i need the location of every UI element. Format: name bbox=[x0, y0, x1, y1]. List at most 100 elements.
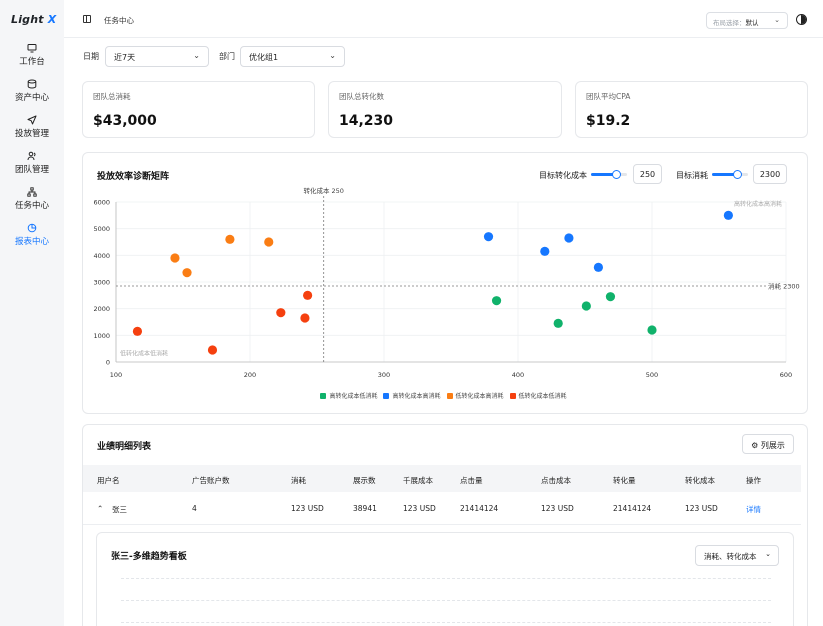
sidebar-item-label: 报表中心 bbox=[14, 237, 49, 247]
slider-thumb[interactable] bbox=[732, 170, 742, 179]
send-icon bbox=[27, 115, 37, 125]
scatter-point bbox=[170, 253, 180, 263]
gear-icon: ⚙ bbox=[751, 441, 759, 450]
y-tick-label: 1000 bbox=[93, 332, 110, 340]
grid-line bbox=[121, 622, 771, 623]
target-cost-slider[interactable] bbox=[591, 170, 627, 179]
legend-label: 低转化成本低消耗 bbox=[518, 393, 567, 400]
x-tick-label: 400 bbox=[512, 371, 524, 379]
table-title: 业绩明细列表 bbox=[97, 442, 152, 452]
quadrant-label-high-high: 高转化成本高消耗 bbox=[734, 200, 782, 208]
legend-swatch bbox=[446, 393, 453, 399]
stat-card-conversions: 团队总转化数 14,230 bbox=[328, 81, 562, 138]
scatter-point bbox=[483, 232, 494, 242]
scatter-point bbox=[647, 325, 657, 335]
target-spend-slider[interactable] bbox=[712, 170, 748, 179]
chevron-down-icon: ⌄ bbox=[774, 16, 780, 24]
cell-spend: 123 USD bbox=[291, 504, 324, 513]
cell-clicks: 21414124 bbox=[460, 504, 499, 513]
column-settings-button[interactable]: ⚙ 列展示 bbox=[742, 434, 794, 454]
column-header: 消耗 bbox=[291, 476, 306, 485]
scatter-point bbox=[605, 292, 616, 302]
y-tick-label: 0 bbox=[106, 359, 110, 367]
sitemap-icon bbox=[27, 187, 37, 197]
sidebar-item-label: 投放管理 bbox=[14, 129, 49, 139]
trend-dashboard-card: 张三-多维趋势看板 消耗、转化成本 ⌄ bbox=[96, 532, 794, 626]
scatter-point bbox=[225, 234, 235, 244]
column-header: 转化量 bbox=[613, 476, 636, 485]
sidebar: Light X 工作台 资产中心 投放管理 团队管理 任务中心 报表中心 bbox=[0, 0, 64, 626]
collapse-chevron-icon[interactable]: ⌃ bbox=[97, 504, 103, 513]
stat-label: 团队总消耗 bbox=[93, 92, 131, 101]
main-content: 任务中心 布局选择：默认 ⌄ 日期 近7天 ⌄ 部门 优化组1 ⌄ 团队总消耗 … bbox=[64, 0, 823, 626]
target-cost-line-label: 转化成本 250 bbox=[303, 186, 343, 195]
cell-conversions: 21414124 bbox=[613, 504, 652, 513]
trend-metric-select[interactable]: 消耗、转化成本 ⌄ bbox=[695, 545, 779, 566]
legend-item[interactable]: 高转化成本高消耗 bbox=[383, 391, 441, 400]
stat-label: 团队平均CPA bbox=[586, 92, 631, 101]
sidebar-item-team[interactable]: 团队管理 bbox=[0, 151, 64, 175]
sidebar-item-tasks[interactable]: 任务中心 bbox=[0, 187, 64, 211]
users-icon bbox=[27, 151, 36, 161]
column-header: 点击成本 bbox=[541, 476, 571, 485]
cell-username: 张三 bbox=[112, 505, 127, 514]
legend-swatch bbox=[320, 393, 327, 399]
column-header: 千展成本 bbox=[403, 476, 433, 485]
dept-label: 部门 bbox=[219, 52, 235, 61]
layout-select[interactable]: 布局选择：默认 ⌄ bbox=[706, 12, 788, 29]
table-row[interactable]: ⌃ 张三 4 123 USD 38941 123 USD 21414124 12… bbox=[83, 492, 801, 525]
slider-thumb[interactable] bbox=[611, 170, 621, 179]
stat-value: $19.2 bbox=[586, 113, 631, 129]
chart-circle-icon bbox=[27, 223, 37, 233]
details-link[interactable]: 详情 bbox=[746, 504, 761, 515]
dept-select-value: 优化组1 bbox=[249, 53, 279, 62]
table-header: 用户名 广告账户数 消耗 展示数 千展成本 点击量 点击成本 转化量 转化成本 … bbox=[83, 465, 801, 492]
legend-label: 高转化成本低消耗 bbox=[329, 393, 378, 400]
column-header: 广告账户数 bbox=[192, 476, 230, 485]
stat-value: 14,230 bbox=[339, 113, 394, 129]
trend-metric-value: 消耗、转化成本 bbox=[704, 552, 757, 561]
chevron-down-icon: ⌄ bbox=[765, 550, 771, 558]
date-select-value: 近7天 bbox=[114, 53, 136, 62]
sidebar-item-campaigns[interactable]: 投放管理 bbox=[0, 115, 64, 139]
column-header: 转化成本 bbox=[685, 476, 715, 485]
scatter-point bbox=[553, 318, 563, 328]
date-label: 日期 bbox=[83, 52, 99, 61]
legend-label: 低转化成本高消耗 bbox=[455, 393, 504, 400]
sidebar-item-assets[interactable]: 资产中心 bbox=[0, 79, 64, 103]
dept-select[interactable]: 优化组1 ⌄ bbox=[240, 46, 345, 67]
sidebar-toggle-icon[interactable] bbox=[83, 15, 91, 23]
scatter-point bbox=[593, 262, 604, 272]
x-tick-label: 200 bbox=[244, 371, 256, 379]
legend-label: 高转化成本高消耗 bbox=[392, 393, 441, 400]
cell-impressions: 38941 bbox=[353, 504, 377, 513]
scatter-point bbox=[540, 246, 550, 256]
cell-ad-accounts: 4 bbox=[192, 504, 197, 513]
scatter-point bbox=[182, 268, 192, 278]
legend-swatch bbox=[509, 393, 516, 399]
stat-label: 团队总转化数 bbox=[339, 92, 384, 101]
date-select[interactable]: 近7天 ⌄ bbox=[105, 46, 209, 67]
legend-item[interactable]: 低转化成本低消耗 bbox=[509, 391, 567, 400]
scatter-point bbox=[303, 290, 313, 300]
legend-item[interactable]: 低转化成本高消耗 bbox=[446, 391, 504, 400]
sidebar-item-reports[interactable]: 报表中心 bbox=[0, 223, 64, 247]
x-tick-label: 100 bbox=[110, 371, 122, 379]
sidebar-item-label: 任务中心 bbox=[14, 201, 49, 211]
theme-toggle-icon[interactable] bbox=[796, 14, 807, 25]
stat-card-spend: 团队总消耗 $43,000 bbox=[82, 81, 315, 138]
target-spend-line-label: 消耗 2300 bbox=[768, 282, 800, 291]
grid-line bbox=[121, 578, 771, 579]
column-header: 操作 bbox=[746, 476, 761, 485]
y-tick-label: 6000 bbox=[93, 199, 110, 207]
y-tick-label: 4000 bbox=[93, 252, 110, 260]
scatter-point bbox=[276, 308, 286, 318]
cell-cpc: 123 USD bbox=[541, 504, 574, 513]
y-tick-label: 5000 bbox=[93, 225, 110, 233]
sidebar-item-workbench[interactable]: 工作台 bbox=[0, 43, 64, 67]
x-tick-label: 300 bbox=[378, 371, 390, 379]
app-logo[interactable]: Light X bbox=[11, 13, 56, 26]
sidebar-item-label: 团队管理 bbox=[14, 165, 49, 175]
legend-item[interactable]: 高转化成本低消耗 bbox=[320, 391, 377, 400]
chevron-down-icon: ⌄ bbox=[329, 51, 336, 60]
